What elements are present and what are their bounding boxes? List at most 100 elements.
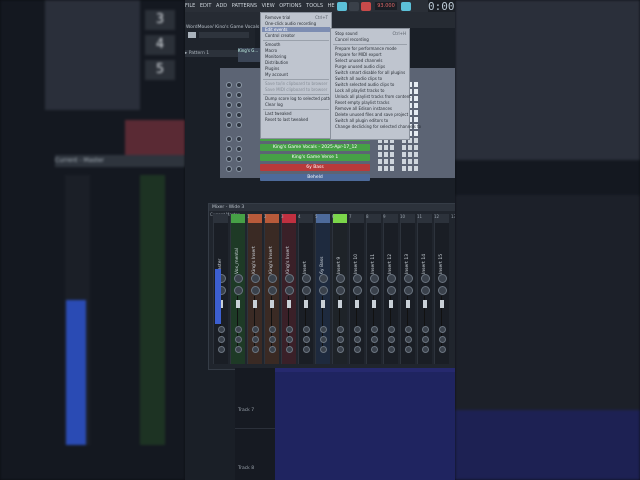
send-dot[interactable] [405, 326, 412, 333]
mute-dot[interactable] [226, 112, 232, 118]
pan-knob[interactable] [251, 274, 260, 283]
stop-button[interactable] [349, 2, 359, 11]
mute-dot[interactable] [226, 122, 232, 128]
mute-dot[interactable] [226, 166, 232, 172]
step-button[interactable] [384, 166, 388, 171]
pan-knob[interactable] [319, 286, 328, 295]
pan-knob[interactable] [387, 286, 396, 295]
volume-fader[interactable] [440, 300, 444, 308]
menu-item[interactable]: Prepare for MIDI export [335, 52, 382, 57]
solo-dot[interactable] [236, 146, 242, 152]
step-button[interactable] [414, 103, 418, 108]
step-button[interactable] [414, 117, 418, 122]
pan-knob[interactable] [404, 286, 413, 295]
menu-item[interactable]: Reset to last tweaked [265, 117, 308, 122]
menu-item[interactable]: Change declicking for selected channels … [335, 124, 421, 129]
strip-header[interactable] [350, 214, 364, 223]
channel-row[interactable]: King's Game Verse 1 [260, 154, 370, 161]
send-dot[interactable] [371, 326, 378, 333]
volume-fader[interactable] [338, 300, 342, 308]
pan-knob[interactable] [302, 286, 311, 295]
step-button[interactable] [390, 152, 394, 157]
channel-row[interactable]: King's Game Vocals - 2025-Apr-17_12 [260, 144, 370, 151]
strip-header[interactable] [299, 214, 313, 223]
track-label[interactable]: Track 7 [238, 408, 254, 413]
pan-knob[interactable] [268, 274, 277, 283]
send-dot[interactable] [388, 346, 395, 353]
strip-header[interactable] [333, 214, 347, 223]
pan-knob[interactable] [353, 286, 362, 295]
mixer-strip[interactable]: King's Insert [247, 214, 262, 364]
step-button[interactable] [402, 152, 406, 157]
pan-knob[interactable] [234, 286, 243, 295]
step-button[interactable] [390, 159, 394, 164]
step-button[interactable] [414, 159, 418, 164]
pan-knob[interactable] [336, 274, 345, 283]
solo-dot[interactable] [236, 102, 242, 108]
step-button[interactable] [408, 159, 412, 164]
send-dot[interactable] [388, 336, 395, 343]
pan-knob[interactable] [438, 286, 447, 295]
mixer-strip[interactable]: Insert 10 [349, 214, 364, 364]
menu-item[interactable]: Select unused channels [335, 58, 382, 63]
menu-view[interactable]: VIEW [262, 3, 275, 9]
solo-dot[interactable] [236, 166, 242, 172]
pan-knob[interactable] [421, 286, 430, 295]
menu-item[interactable]: Unlock all playlist tracks from content [335, 94, 411, 99]
menu-item[interactable]: Clear log [265, 102, 283, 107]
browser-search[interactable] [199, 32, 249, 38]
record-button[interactable] [361, 2, 371, 11]
strip-header[interactable] [282, 214, 296, 223]
mute-dot[interactable] [226, 156, 232, 162]
send-dot[interactable] [439, 326, 446, 333]
step-button[interactable] [402, 145, 406, 150]
mixer-strip[interactable]: King's Insert [264, 214, 279, 364]
pan-knob[interactable] [336, 286, 345, 295]
send-dot[interactable] [252, 326, 259, 333]
menu-item[interactable]: Macro [265, 48, 277, 53]
pan-knob[interactable] [353, 274, 362, 283]
send-dot[interactable] [388, 326, 395, 333]
send-dot[interactable] [303, 326, 310, 333]
send-dot[interactable] [320, 336, 327, 343]
mixer-strip[interactable]: Insert 12 [383, 214, 398, 364]
solo-dot[interactable] [236, 122, 242, 128]
menu-item[interactable]: Switch selected audio clips to [335, 82, 394, 87]
volume-fader[interactable] [253, 300, 257, 308]
pan-knob[interactable] [438, 274, 447, 283]
send-dot[interactable] [235, 336, 242, 343]
menu-item[interactable]: Monitoring [265, 54, 286, 59]
menu-item[interactable]: Purge unused audio clips [335, 64, 385, 69]
step-button[interactable] [408, 152, 412, 157]
step-button[interactable] [390, 145, 394, 150]
menu-item[interactable]: Distribution [265, 60, 288, 65]
menu-item[interactable]: Delete unused files and save project [335, 112, 408, 117]
strip-header[interactable] [248, 214, 262, 223]
track-label[interactable]: Track 8 [238, 466, 254, 471]
strip-header[interactable] [214, 214, 228, 223]
send-dot[interactable] [218, 346, 225, 353]
send-dot[interactable] [422, 336, 429, 343]
volume-fader[interactable] [355, 300, 359, 308]
send-dot[interactable] [405, 336, 412, 343]
send-dot[interactable] [439, 346, 446, 353]
strip-header[interactable] [231, 214, 245, 223]
mixer-strip[interactable]: Insert 11 [366, 214, 381, 364]
send-dot[interactable] [337, 336, 344, 343]
menu-item[interactable]: Edit events [262, 27, 330, 32]
piano-icon[interactable] [188, 32, 196, 38]
step-button[interactable] [408, 145, 412, 150]
menu-item[interactable]: My account [265, 72, 288, 77]
step-button[interactable] [414, 166, 418, 171]
mute-dot[interactable] [226, 102, 232, 108]
send-dot[interactable] [439, 336, 446, 343]
menu-item[interactable]: Switch all plugin editors to [335, 118, 388, 123]
mixer-strip[interactable]: Insert 9 [332, 214, 347, 364]
step-button[interactable] [384, 152, 388, 157]
step-button[interactable] [378, 166, 382, 171]
send-dot[interactable] [337, 346, 344, 353]
pan-knob[interactable] [387, 274, 396, 283]
pan-knob[interactable] [370, 274, 379, 283]
mixer-strip[interactable]: King's Insert [281, 214, 296, 364]
pan-knob[interactable] [268, 286, 277, 295]
